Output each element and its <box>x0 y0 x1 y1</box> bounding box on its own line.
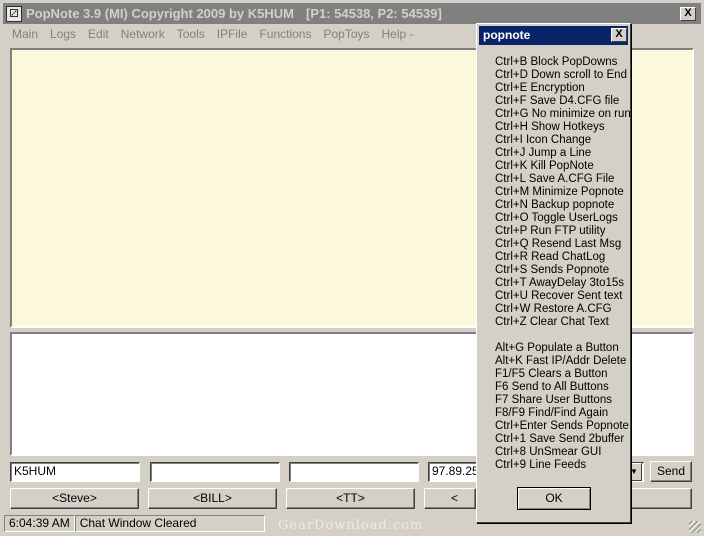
hotkey-group-gap <box>495 329 631 342</box>
menu-poptoys[interactable]: PopToys <box>317 26 375 44</box>
user-button-4[interactable]: < <box>424 488 476 509</box>
ctrl-hotkey-line: Ctrl+S Sends Popnote <box>495 264 610 276</box>
user-button-tt[interactable]: <TT> <box>286 488 415 509</box>
ctrl-hotkey-line: Ctrl+Q Resend Last Msg <box>495 238 622 250</box>
menu-help[interactable]: Help - <box>376 26 420 44</box>
ctrl-hotkey-line: Ctrl+N Backup popnote <box>495 199 615 211</box>
window-title: PopNote 3.9 (MI) Copyright 2009 by K5HUM <box>26 6 294 21</box>
other-hotkey-line: Alt+K Fast IP/Addr Delete <box>495 355 627 367</box>
ctrl-hotkey-line: Ctrl+G No minimize on run <box>495 108 631 120</box>
resize-grip[interactable] <box>689 521 701 533</box>
ctrl-hotkey-line: Ctrl+P Run FTP utility <box>495 225 606 237</box>
other-hotkey-line: F8/F9 Find/Find Again <box>495 407 609 419</box>
ctrl-hotkey-line: Ctrl+B Block PopDowns <box>495 56 618 68</box>
menu-edit[interactable]: Edit <box>82 26 115 44</box>
ctrl-hotkey-line: Ctrl+I Icon Change <box>495 134 592 146</box>
ctrl-hotkey-line: Ctrl+T AwayDelay 3to15s <box>495 277 625 289</box>
user-button-5[interactable] <box>630 488 692 509</box>
hotkeys-popup: popnote X Ctrl+B Block PopDowns Ctrl+D Do… <box>476 23 631 523</box>
ctrl-hotkey-line: Ctrl+Z Clear Chat Text <box>495 316 609 328</box>
other-hotkey-line: F6 Send to All Buttons <box>495 381 609 393</box>
window-ports: [P1: 54538, P2: 54539] <box>305 6 442 21</box>
menu-main[interactable]: Main <box>6 26 44 44</box>
ctrl-hotkey-line: Ctrl+F Save D4.CFG file <box>495 95 620 107</box>
ctrl-hotkey-line: Ctrl+R Read ChatLog <box>495 251 606 263</box>
callsign-field[interactable]: K5HUM <box>10 462 140 482</box>
popup-title: popnote <box>483 28 531 42</box>
main-window: ⚂ PopNote 3.9 (MI) Copyright 2009 by K5H… <box>0 0 704 536</box>
menu-logs[interactable]: Logs <box>44 26 82 44</box>
menu-functions[interactable]: Functions <box>253 26 317 44</box>
ctrl-hotkey-line: Ctrl+W Restore A.CFG <box>495 303 612 315</box>
other-hotkey-line: Ctrl+9 Line Feeds <box>495 459 587 471</box>
ctrl-hotkey-line: Ctrl+M Minimize Popnote <box>495 186 624 198</box>
ctrl-hotkey-line: Ctrl+K Kill PopNote <box>495 160 594 172</box>
watermark: GearDownload.com <box>278 518 424 533</box>
ctrl-hotkey-line: Ctrl+E Encryption <box>495 82 585 94</box>
field-3[interactable] <box>289 462 419 482</box>
ctrl-hotkey-line: Ctrl+J Jump a Line <box>495 147 592 159</box>
other-hotkey-line: F1/F5 Clears a Button <box>495 368 608 380</box>
window-close-button[interactable]: X <box>680 7 696 21</box>
title-bar[interactable]: ⚂ PopNote 3.9 (MI) Copyright 2009 by K5H… <box>3 3 701 24</box>
other-hotkey-line: Ctrl+1 Save Send 2buffer <box>495 433 625 445</box>
popup-close-button[interactable]: X <box>611 28 627 42</box>
popup-title-bar[interactable]: popnote <box>479 26 628 45</box>
ctrl-hotkey-line: Ctrl+U Recover Sent text <box>495 290 623 302</box>
ctrl-hotkey-line: Ctrl+O Toggle UserLogs <box>495 212 618 224</box>
other-hotkey-line: F7 Share User Buttons <box>495 394 612 406</box>
send-button[interactable]: Send <box>650 461 692 482</box>
status-time: 6:04:39 AM <box>4 514 75 532</box>
menu-ipfile[interactable]: IPFile <box>211 26 254 44</box>
other-hotkey-line: Alt+G Populate a Button <box>495 342 619 354</box>
other-hotkey-line: Ctrl+8 UnSmear GUI <box>495 446 602 458</box>
ctrl-hotkey-line: Ctrl+D Down scroll to End <box>495 69 627 81</box>
menu-bar: Main Logs Edit Network Tools IPFile Func… <box>6 26 420 44</box>
ctrl-hotkey-line: Ctrl+H Show Hotkeys <box>495 121 605 133</box>
status-message: Chat Window Cleared <box>74 514 265 532</box>
app-icon: ⚂ <box>6 5 22 22</box>
user-button-steve[interactable]: <Steve> <box>10 488 139 509</box>
hotkey-list: Ctrl+B Block PopDowns Ctrl+D Down scroll … <box>495 56 631 472</box>
menu-tools[interactable]: Tools <box>171 26 211 44</box>
user-button-bill[interactable]: <BILL> <box>148 488 277 509</box>
ok-button[interactable]: OK <box>517 487 591 510</box>
field-2[interactable] <box>150 462 280 482</box>
ctrl-hotkey-line: Ctrl+L Save A.CFG File <box>495 173 615 185</box>
other-hotkey-line: Ctrl+Enter Sends Popnote <box>495 420 629 432</box>
status-bar: 6:04:39 AM Chat Window Cleared <box>4 514 265 532</box>
menu-network[interactable]: Network <box>115 26 171 44</box>
